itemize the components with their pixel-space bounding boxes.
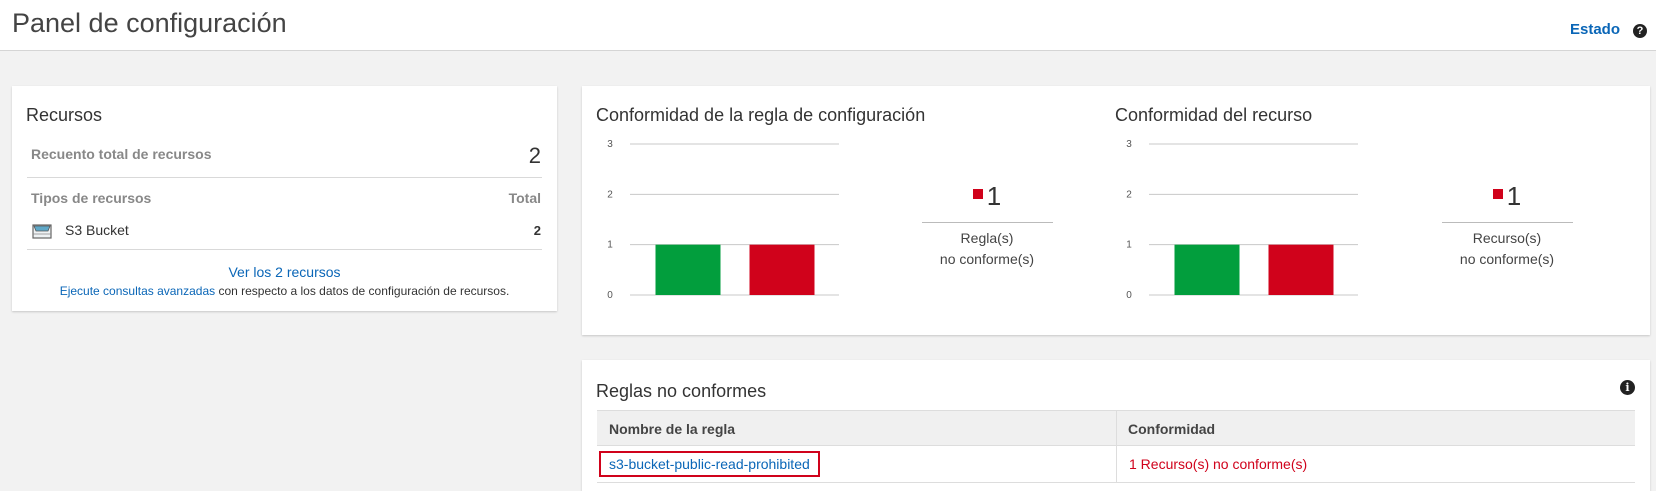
page-title: Panel de configuración	[12, 8, 287, 38]
noncompliant-rules-card: Reglas no conformes i Nombre de la regla…	[582, 360, 1650, 491]
advanced-query-suffix: con respecto a los datos de configuració…	[215, 284, 510, 298]
rule-compliance-chart: 0 1 2 3	[607, 139, 839, 301]
noncompliant-rules-stat: 1	[922, 181, 1052, 212]
s3-bucket-icon	[32, 224, 52, 239]
divider	[27, 177, 542, 178]
divider	[27, 249, 542, 250]
info-circle-icon[interactable]: i	[1620, 380, 1635, 395]
noncompliant-legend-square	[972, 188, 983, 199]
noncompliant-legend-square	[1492, 188, 1503, 199]
y-tick-label: 3	[1126, 139, 1132, 150]
resource-compliance-title: Conformidad del recurso	[1115, 105, 1313, 125]
top-bar: Panel de configuración Estado ?	[0, 0, 1656, 51]
noncompliant-rules-label: Regla(s) no conforme(s)	[902, 228, 1072, 270]
stat-divider	[922, 222, 1053, 223]
noncompliant-rules-label-line1: Regla(s)	[960, 230, 1014, 246]
view-all-resources-anchor[interactable]: Ver los 2 recursos	[228, 264, 340, 280]
noncompliant-resources-label: Recurso(s) no conforme(s)	[1422, 228, 1592, 270]
compliance-card: Conformidad de la regla de configuración…	[582, 86, 1650, 335]
total-column-label: Total	[508, 190, 541, 206]
rule-compliance-title: Conformidad de la regla de configuración	[596, 105, 926, 125]
noncompliant-resources-label-line1: Recurso(s)	[1472, 230, 1542, 246]
stat-divider	[1442, 222, 1573, 223]
col-compliance[interactable]: Conformidad	[1128, 421, 1215, 437]
noncompliant-resources-count: 1	[1506, 181, 1522, 211]
resource-type-count: 2	[533, 223, 541, 238]
table-header: Nombre de la regla Conformidad	[597, 410, 1635, 483]
question-circle-icon[interactable]: ?	[1633, 24, 1647, 38]
noncompliant-rules-count: 1	[986, 181, 1002, 211]
total-resources-label: Recuento total de recursos	[31, 146, 212, 162]
rule-name-link[interactable]: s3-bucket-public-read-prohibited	[599, 451, 820, 477]
y-tick-label: 2	[1126, 189, 1132, 200]
y-tick-label: 1	[1126, 240, 1132, 251]
noncompliant-rules-title: Reglas no conformes	[596, 381, 767, 401]
y-tick-label: 2	[607, 189, 613, 200]
column-separator	[1116, 411, 1117, 483]
resource-type-name: S3 Bucket	[65, 222, 129, 238]
noncompliant-rules-label-line2: no conforme(s)	[939, 251, 1035, 267]
view-all-resources-link: Ver los 2 recursos	[12, 264, 557, 280]
resource-types-label: Tipos de recursos	[31, 190, 152, 206]
resources-title: Recursos	[26, 105, 103, 125]
table-row-divider	[597, 482, 1635, 483]
noncompliant-resources-label-line2: no conforme(s)	[1459, 251, 1555, 267]
noncompliant-bar	[1268, 244, 1334, 295]
y-tick-label: 3	[607, 139, 613, 150]
total-resources-value: 2	[528, 143, 541, 168]
resources-card: Recursos Recuento total de recursos 2 Ti…	[12, 86, 557, 311]
status-link[interactable]: Estado	[1570, 21, 1620, 38]
y-tick-label: 0	[607, 290, 613, 301]
y-tick-label: 0	[1126, 290, 1132, 301]
y-tick-label: 1	[607, 240, 613, 251]
compliant-bar	[655, 244, 721, 295]
noncompliant-resources-stat: 1	[1442, 181, 1572, 212]
resource-compliance-chart: 0 1 2 3	[1126, 139, 1358, 301]
rule-compliance-status: 1 Recurso(s) no conforme(s)	[1129, 456, 1308, 472]
noncompliant-bar	[749, 244, 815, 295]
compliant-bar	[1174, 244, 1240, 295]
col-rule-name[interactable]: Nombre de la regla	[609, 421, 735, 437]
advanced-query-text: Ejecute consultas avanzadas con respecto…	[12, 284, 557, 298]
advanced-query-link[interactable]: Ejecute consultas avanzadas	[60, 284, 215, 298]
